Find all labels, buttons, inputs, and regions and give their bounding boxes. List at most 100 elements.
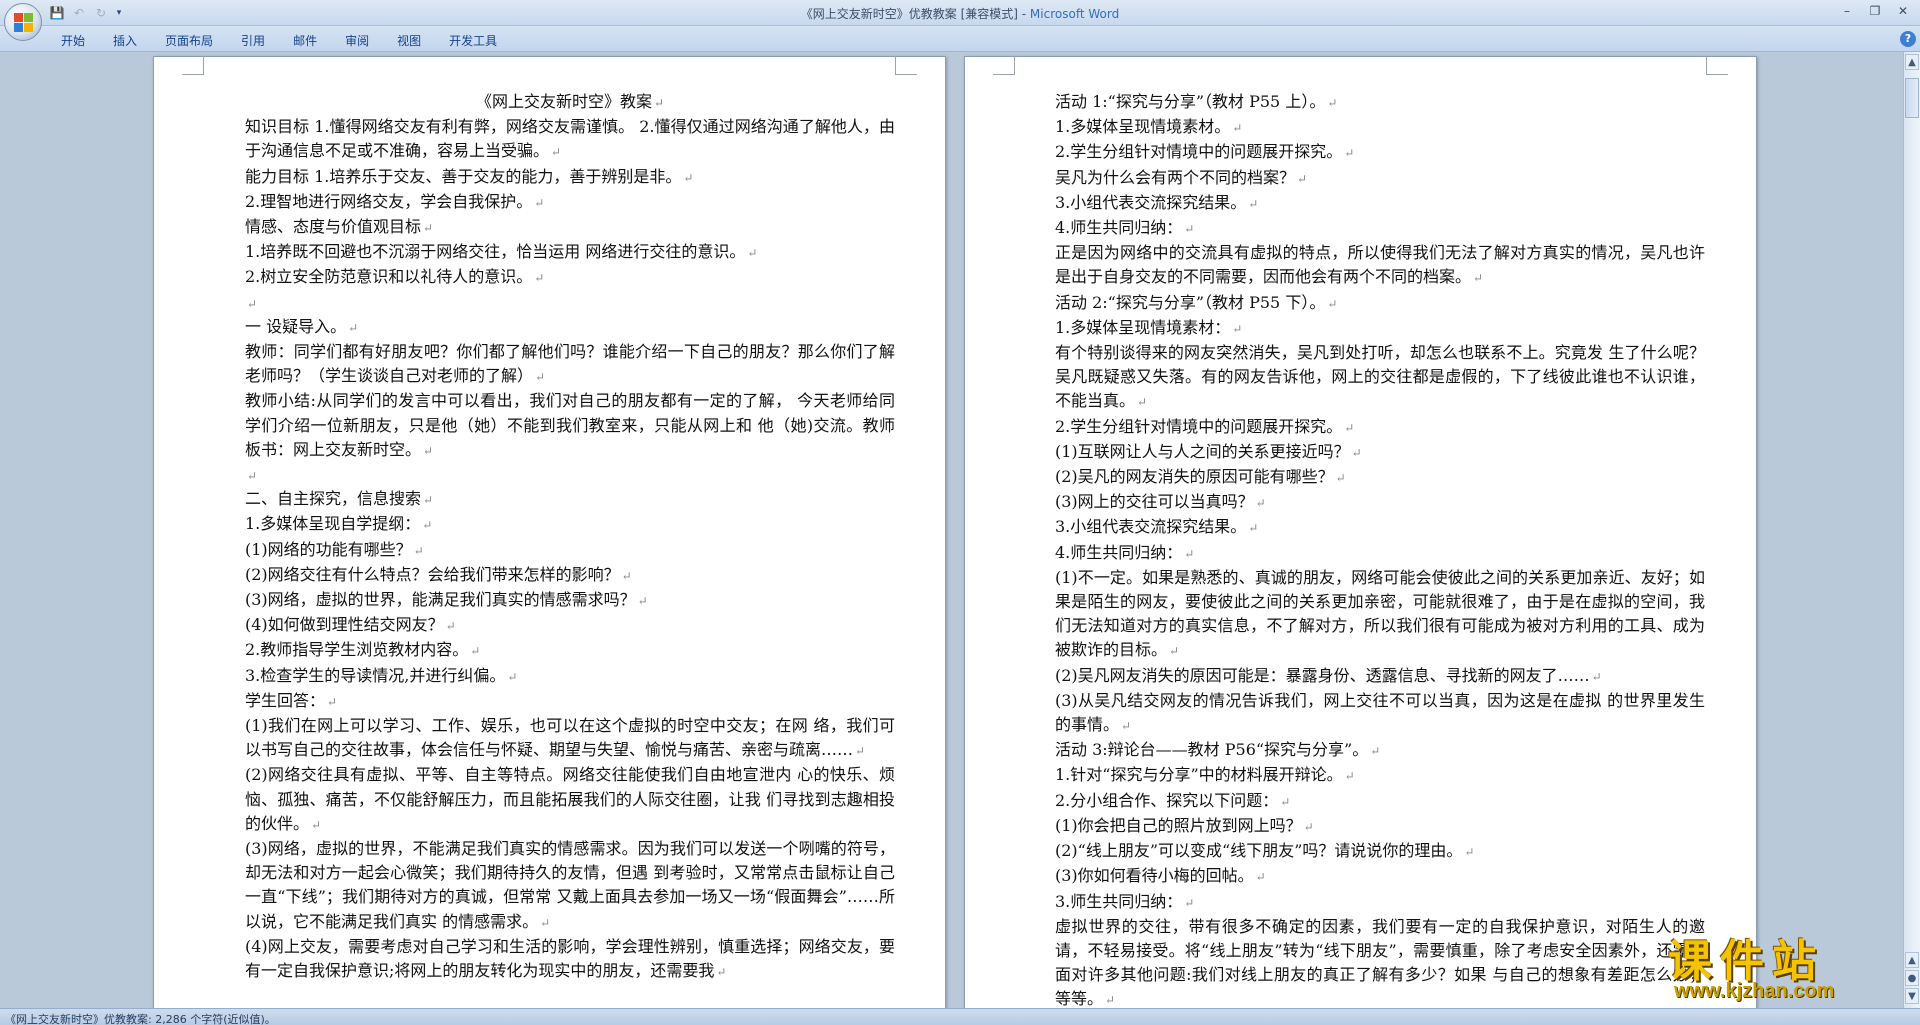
document-paragraph[interactable]: 3.师生共同归纳： ↵ bbox=[1055, 890, 1705, 915]
document-paragraph[interactable]: (3)网络，虚拟的世界，能满足我们真实的情感需求吗？ ↵ bbox=[245, 588, 895, 613]
paragraph-mark-icon: ↵ bbox=[1232, 321, 1243, 336]
paragraph-mark-icon: ↵ bbox=[540, 915, 551, 930]
paragraph-mark-icon: ↵ bbox=[1370, 744, 1381, 759]
paragraph-text: 教师：同学们都有好朋友吧？你们都了解他们吗？谁能介绍一下自己的朋友？那么你们了解… bbox=[245, 342, 895, 386]
document-paragraph[interactable]: 正是因为网络中的交流具有虚拟的特点，所以使得我们无法了解对方真实的情况，吴凡也许… bbox=[1055, 241, 1705, 290]
document-paragraph[interactable]: (1)我们在网上可以学习、工作、娱乐，也可以在这个虚拟的时空中交友；在网 络，我… bbox=[245, 714, 895, 763]
document-paragraph[interactable]: 虚拟世界的交往，带有很多不确定的因素，我们要有一定的自我保护意识，对陌生人的邀请… bbox=[1055, 915, 1705, 1008]
document-paragraph[interactable]: 2.学生分组针对情境中的问题展开探究。 ↵ bbox=[1055, 140, 1705, 165]
document-paragraph[interactable]: 1.多媒体呈现自学提纲： ↵ bbox=[245, 512, 895, 537]
ribbon-tab[interactable]: 开发工具 bbox=[438, 30, 508, 52]
document-paragraph[interactable]: 有个特别谈得来的网友突然消失，吴凡到处打听，却怎么也联系不上。究竟发 生了什么呢… bbox=[1055, 341, 1705, 415]
paragraph-text: (4)如何做到理性结交网友？ bbox=[245, 615, 444, 635]
document-paragraph[interactable]: 教师：同学们都有好朋友吧？你们都了解他们吗？谁能介绍一下自己的朋友？那么你们了解… bbox=[245, 340, 895, 389]
document-paragraph[interactable]: 二、自主探究，信息搜索 ↵ bbox=[245, 487, 895, 512]
paragraph-mark-icon: ↵ bbox=[1184, 222, 1195, 237]
paragraph-text: 二、自主探究，信息搜索 bbox=[245, 489, 422, 509]
document-page-left[interactable]: 《网上交友新时空》教案 ↵ 知识目标 1.懂得网络交友有利有弊，网络交友需谨慎。 2… bbox=[153, 56, 946, 1008]
document-paragraph[interactable]: 活动 1:“探究与分享”（教材 P55 上）。 ↵ bbox=[1055, 90, 1705, 115]
document-paragraph[interactable]: 2.分小组合作、探究以下问题： ↵ bbox=[1055, 789, 1705, 814]
document-paragraph[interactable]: (1)不一定。如果是熟悉的、真诚的朋友，网络可能会使彼此之间的关系更加亲近、友好… bbox=[1055, 566, 1705, 664]
document-paragraph[interactable]: (4)如何做到理性结交网友？ ↵ bbox=[245, 613, 895, 638]
document-paragraph[interactable]: (3)网络，虚拟的世界，不能满足我们真实的情感需求。因为我们可以发送一个咧嘴的符… bbox=[245, 837, 895, 935]
document-paragraph[interactable]: 能力目标 1.培养乐于交友、善于交友的能力，善于辨别是非。 ↵ bbox=[245, 165, 895, 190]
ribbon-tab[interactable]: 引用 bbox=[230, 30, 276, 52]
office-button[interactable] bbox=[4, 3, 42, 41]
document-paragraph[interactable]: ↵ bbox=[245, 463, 895, 487]
ribbon-tab[interactable]: 插入 bbox=[102, 30, 148, 52]
document-paragraph[interactable]: 学生回答： ↵ bbox=[245, 689, 895, 714]
paragraph-mark-icon: ↵ bbox=[327, 694, 338, 709]
document-paragraph[interactable]: 吴凡为什么会有两个不同的档案？ ↵ bbox=[1055, 166, 1705, 191]
paragraph-text: 活动 2:“探究与分享”（教材 P55 下）。 bbox=[1055, 292, 1326, 312]
app-name: Microsoft Word bbox=[1029, 7, 1120, 21]
document-paragraph[interactable]: 2.理智地进行网络交友，学会自我保护。 ↵ bbox=[245, 190, 895, 215]
document-paragraph[interactable]: 1.多媒体呈现情境素材： ↵ bbox=[1055, 316, 1705, 341]
paragraph-mark-icon: ↵ bbox=[1255, 496, 1266, 511]
paragraph-mark-icon: ↵ bbox=[1169, 644, 1180, 659]
document-paragraph[interactable]: 3.小组代表交流探究结果。 ↵ bbox=[1055, 515, 1705, 540]
document-paragraph[interactable]: 2.教师指导学生浏览教材内容。 ↵ bbox=[245, 638, 895, 663]
document-paragraph[interactable]: 一 设疑导入。 ↵ bbox=[245, 315, 895, 340]
document-paragraph[interactable]: 1.培养既不回避也不沉溺于网络交往，恰当运用 网络进行交往的意识。 ↵ bbox=[245, 240, 895, 265]
document-paragraph[interactable]: (1)网络的功能有哪些？ ↵ bbox=[245, 538, 895, 563]
document-paragraph[interactable]: (2)网络交往具有虚拟、平等、自主等特点。网络交往能使我们自由地宣泄内 心的快乐… bbox=[245, 763, 895, 837]
ribbon-tab[interactable]: 视图 bbox=[386, 30, 432, 52]
document-paragraph[interactable]: (2)网络交往有什么特点？会给我们带来怎样的影响？ ↵ bbox=[245, 563, 895, 588]
ribbon-tab[interactable]: 开始 bbox=[50, 30, 96, 52]
select-browse-object-icon[interactable]: ● bbox=[1905, 970, 1919, 986]
document-paragraph[interactable]: 知识目标 1.懂得网络交友有利有弊，网络交友需谨慎。 2.懂得仅通过网络沟通了解… bbox=[245, 115, 895, 164]
document-paragraph[interactable]: 《网上交友新时空》教案 ↵ bbox=[245, 90, 895, 115]
prev-page-icon[interactable]: ▲ bbox=[1905, 952, 1919, 968]
paragraph-mark-icon: ↵ bbox=[683, 170, 694, 185]
paragraph-mark-icon: ↵ bbox=[1327, 96, 1338, 110]
ribbon-tab[interactable]: 页面布局 bbox=[154, 30, 224, 52]
document-paragraph[interactable]: 2.学生分组针对情境中的问题展开探究。 ↵ bbox=[1055, 415, 1705, 440]
paragraph-mark-icon: ↵ bbox=[423, 493, 434, 508]
document-paragraph[interactable]: 4.师生共同归纳： ↵ bbox=[1055, 216, 1705, 241]
document-paragraph[interactable]: 1.多媒体呈现情境素材。 ↵ bbox=[1055, 115, 1705, 140]
document-paragraph[interactable]: (1)你会把自己的照片放到网上吗？ ↵ bbox=[1055, 814, 1705, 839]
document-paragraph[interactable]: (2)吴凡网友消失的原因可能是：暴露身份、透露信息、寻找新的网友了…… ↵ bbox=[1055, 664, 1705, 689]
close-icon[interactable]: ✕ bbox=[1890, 2, 1916, 20]
document-paragraph[interactable]: (3)你如何看待小梅的回帖。 ↵ bbox=[1055, 864, 1705, 889]
document-paragraph[interactable]: (3)网上的交往可以当真吗？ ↵ bbox=[1055, 490, 1705, 515]
document-paragraph[interactable]: (1)互联网让人与人之间的关系更接近吗？ ↵ bbox=[1055, 440, 1705, 465]
vertical-scrollbar[interactable]: ▲ ▲ ● ▼ bbox=[1903, 52, 1920, 1008]
paragraph-mark-icon: ↵ bbox=[534, 195, 545, 210]
document-paragraph[interactable]: 3.小组代表交流探究结果。 ↵ bbox=[1055, 191, 1705, 216]
document-paragraph[interactable]: ↵ bbox=[245, 291, 895, 315]
ribbon-tab[interactable]: 邮件 bbox=[282, 30, 328, 52]
ribbon-tab[interactable]: 审阅 bbox=[334, 30, 380, 52]
document-paragraph[interactable]: (3)从吴凡结交网友的情况告诉我们，网上交往不可以当真，因为这是在虚拟 的世界里… bbox=[1055, 689, 1705, 738]
paragraph-text: 有个特别谈得来的网友突然消失，吴凡到处打听，却怎么也联系不上。究竟发 生了什么呢… bbox=[1055, 343, 1705, 411]
document-page-right[interactable]: 活动 1:“探究与分享”（教材 P55 上）。 ↵ 1.多媒体呈现情境素材。 ↵ 2.学… bbox=[964, 56, 1757, 1008]
document-paragraph[interactable]: 活动 3:辩论台——教材 P56“探究与分享”。 ↵ bbox=[1055, 738, 1705, 763]
next-page-icon[interactable]: ▼ bbox=[1905, 988, 1919, 1004]
document-paragraph[interactable]: 2.树立安全防范意识和以礼待人的意识。 ↵ bbox=[245, 265, 895, 290]
paragraph-text: 3.小组代表交流探究结果。 bbox=[1055, 192, 1247, 212]
scrollbar-thumb[interactable] bbox=[1905, 78, 1919, 118]
restore-icon[interactable]: ❐ bbox=[1862, 2, 1888, 20]
paragraph-mark-icon: ↵ bbox=[470, 644, 481, 659]
paragraph-text: (3)网络，虚拟的世界，不能满足我们真实的情感需求。因为我们可以发送一个咧嘴的符… bbox=[245, 839, 895, 931]
paragraph-text: (4)网上交友，需要考虑对自己学习和生活的影响，学会理性辨别，慎重选择；网络交友… bbox=[245, 936, 895, 981]
document-paragraph[interactable]: (2)吴凡的网友消失的原因可能有哪些？ ↵ bbox=[1055, 465, 1705, 490]
document-paragraph[interactable]: 情感、态度与价值观目标 ↵ bbox=[245, 215, 895, 240]
page-text[interactable]: 活动 1:“探究与分享”（教材 P55 上）。 ↵ 1.多媒体呈现情境素材。 ↵ 2.学… bbox=[1055, 90, 1705, 1008]
paragraph-text: 学生回答： bbox=[245, 690, 326, 710]
document-paragraph[interactable]: 4.师生共同归纳： ↵ bbox=[1055, 541, 1705, 566]
scroll-up-icon[interactable]: ▲ bbox=[1905, 54, 1919, 70]
document-paragraph[interactable]: (4)网上交友，需要考虑对自己学习和生活的影响，学会理性辨别，慎重选择；网络交友… bbox=[245, 935, 895, 984]
paragraph-text: 活动 3:辩论台——教材 P56“探究与分享”。 bbox=[1055, 740, 1369, 760]
document-paragraph[interactable]: 教师小结:从同学们的发言中可以看出，我们对自己的朋友都有一定的了解， 今天老师给… bbox=[245, 389, 895, 463]
minimize-icon[interactable]: – bbox=[1834, 2, 1860, 20]
document-paragraph[interactable]: 3.检查学生的导读情况,并进行纠偏。 ↵ bbox=[245, 664, 895, 689]
help-icon[interactable]: ? bbox=[1900, 31, 1916, 47]
document-paragraph[interactable]: 活动 2:“探究与分享”（教材 P55 下）。 ↵ bbox=[1055, 291, 1705, 316]
paragraph-mark-icon: ↵ bbox=[1303, 819, 1314, 834]
document-paragraph[interactable]: (2)“线上朋友”可以变成“线下朋友”吗？请说说你的理由。 ↵ bbox=[1055, 839, 1705, 864]
status-text: 《网上交友新时空》优教教案: 2,286 个字符(近似值)。 bbox=[5, 1013, 276, 1025]
document-paragraph[interactable]: 1.针对“探究与分享”中的材料展开辩论。 ↵ bbox=[1055, 763, 1705, 788]
page-text[interactable]: 《网上交友新时空》教案 ↵ 知识目标 1.懂得网络交友有利有弊，网络交友需谨慎。 2… bbox=[245, 90, 895, 984]
